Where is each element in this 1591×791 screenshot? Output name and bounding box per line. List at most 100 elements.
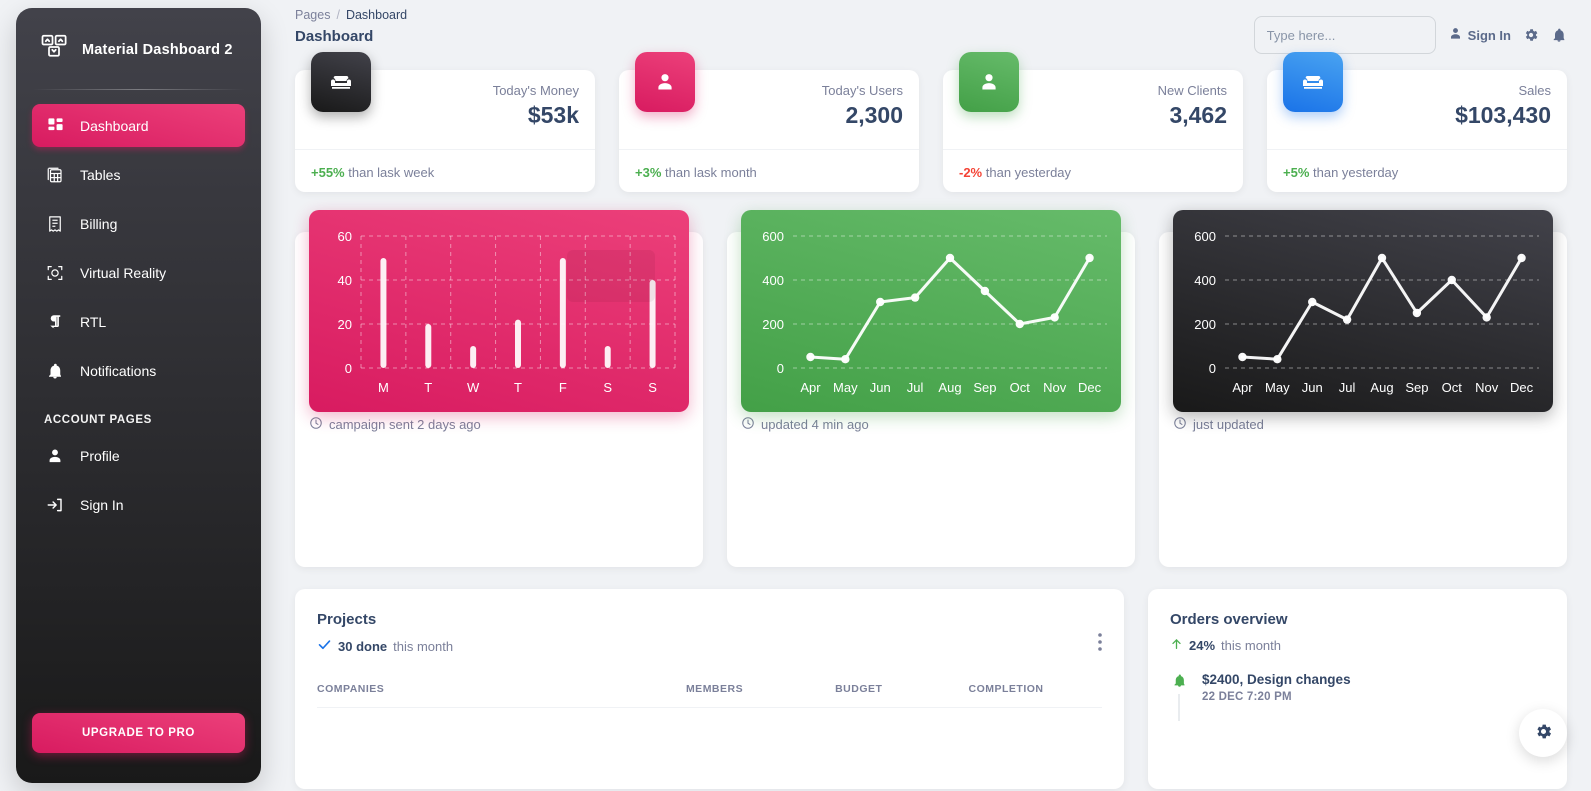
projects-done-count: 30 done [338,638,388,654]
gear-icon[interactable] [1523,27,1539,43]
bell-icon [1170,672,1188,703]
clock-icon [1173,416,1187,433]
svg-text:200: 200 [762,317,784,332]
svg-text:T: T [424,380,432,395]
svg-text:W: W [467,380,480,395]
page-title: Dashboard [295,28,374,45]
completed-tasks-line-chart[interactable]: 0 200 400 600 Apr May Jun Jul Aug Sep Oct Nov Dec [1173,210,1553,412]
sidebar: Material Dashboard 2 Dashboard Tables Bi… [16,8,261,783]
topbar-left: Pages / Dashboard Dashboard [295,8,407,45]
sidebar-item-label: Tables [80,166,121,183]
chart-card-completed-tasks: 0200400600AprMayJunJulAugSepOctNovDec Co… [1159,210,1567,567]
arrow-up-icon [1170,637,1183,654]
person-icon [635,52,695,112]
gear-icon [1534,722,1553,744]
sidebar-item-virtual-reality[interactable]: Virtual Reality [32,251,245,294]
svg-text:Jun: Jun [870,380,891,395]
projects-table: COMPANIES MEMBERS BUDGET COMPLETION [317,683,1102,708]
svg-text:200: 200 [1194,317,1216,332]
svg-text:S: S [648,380,657,395]
person-add-icon [959,52,1019,112]
sidebar-item-sign-in[interactable]: Sign In [32,483,245,526]
sidebar-item-billing[interactable]: Billing [32,202,245,245]
divider [295,149,595,150]
column-header-budget: BUDGET [835,683,969,708]
stat-cards: Today's Money $53k +55% than lask week T… [277,52,1591,192]
projects-title: Projects [317,611,377,628]
topbar: Pages / Dashboard Dashboard Sign In [277,0,1591,62]
sidebar-item-dashboard[interactable]: Dashboard [32,104,245,147]
sidebar-item-tables[interactable]: Tables [32,153,245,196]
svg-text:Sep: Sep [973,380,996,395]
breadcrumb-current: Dashboard [345,8,408,22]
stat-footer: -2% than yesterday [959,165,1071,180]
column-header-completion: COMPLETION [968,683,1102,708]
breadcrumb-root[interactable]: Pages [295,8,330,22]
login-icon [44,494,66,516]
receipt-icon [44,213,66,235]
projects-subtitle: 30 done this month [317,637,1102,655]
sidebar-item-label: Sign In [80,496,124,513]
stat-delta-text: than yesterday [985,165,1072,180]
svg-text:Jul: Jul [1339,380,1356,395]
chart-footer-text: campaign sent 2 days ago [329,417,481,432]
tables-icon [44,164,66,186]
main-content: Pages / Dashboard Dashboard Sign In [277,0,1591,791]
clock-icon [741,416,755,433]
svg-text:Apr: Apr [1232,380,1253,395]
sidebar-item-rtl[interactable]: RTL [32,300,245,343]
svg-text:60: 60 [338,229,352,244]
upgrade-to-pro-button[interactable]: UPGRADE TO PRO [32,713,245,753]
svg-text:May: May [1265,380,1290,395]
chart-footer: campaign sent 2 days ago [309,416,689,433]
svg-text:Aug: Aug [1370,380,1393,395]
stat-delta: +5% [1283,165,1310,180]
sidebar-item-label: RTL [80,313,107,330]
chart-footer: just updated [1173,416,1553,433]
settings-fab-button[interactable] [1519,709,1567,757]
website-views-bar-chart[interactable]: 0 20 40 60 M T W T F S S [309,210,689,412]
chart-cards: 0204060MTWTFSS Website Views Last Campai… [277,210,1591,567]
svg-text:Sep: Sep [1405,380,1428,395]
check-icon [317,637,332,655]
orders-subtitle: 24% this month [1170,637,1545,654]
more-vertical-icon[interactable] [1098,633,1102,656]
daily-sales-line-chart[interactable]: 0 200 400 600 Apr May Jun Jul Aug Sep Oct Nov Dec [741,210,1121,412]
bottom-section: Projects 30 done this month COMPANIES ME… [277,589,1591,789]
stat-footer: +5% than yesterday [1283,165,1398,180]
svg-text:Nov: Nov [1043,380,1067,395]
list-item: $2400, Design changes 22 DEC 7:20 PM [1170,672,1545,721]
dashboard-app: Material Dashboard 2 Dashboard Tables Bi… [0,0,1591,791]
svg-text:400: 400 [1194,273,1216,288]
sidebar-item-notifications[interactable]: Notifications [32,349,245,392]
breadcrumb: Pages / Dashboard [295,8,407,22]
chart-card-daily-sales: 0200400600AprMayJunJulAugSepOctNovDec Da… [727,210,1135,567]
upgrade-section: UPGRADE TO PRO [16,713,261,753]
sidebar-item-profile[interactable]: Profile [32,434,245,477]
svg-text:600: 600 [762,229,784,244]
bell-icon[interactable] [1551,27,1567,43]
stat-footer: +55% than lask week [311,165,434,180]
svg-text:Nov: Nov [1475,380,1499,395]
divider [619,149,919,150]
orders-delta-suffix: this month [1221,638,1282,653]
sign-in-button[interactable]: Sign In [1448,26,1511,44]
svg-text:0: 0 [777,361,784,376]
stat-footer: +3% than lask month [635,165,757,180]
svg-text:Jun: Jun [1302,380,1323,395]
svg-text:Dec: Dec [1078,380,1102,395]
sidebar-item-label: Notifications [80,362,157,379]
search-input[interactable] [1253,16,1436,54]
svg-text:F: F [559,380,567,395]
store-icon [1283,52,1343,112]
svg-text:400: 400 [762,273,784,288]
weekend-sofa-icon [311,52,371,112]
sidebar-section-label: ACCOUNT PAGES [44,414,152,426]
sidebar-brand[interactable]: Material Dashboard 2 [16,8,261,89]
svg-text:Apr: Apr [800,380,821,395]
chart-footer-text: just updated [1193,417,1264,432]
person-icon [44,445,66,467]
sidebar-item-label: Dashboard [80,117,149,134]
dashboard-icon [44,115,66,137]
stat-delta-text: than yesterday [1313,165,1399,180]
